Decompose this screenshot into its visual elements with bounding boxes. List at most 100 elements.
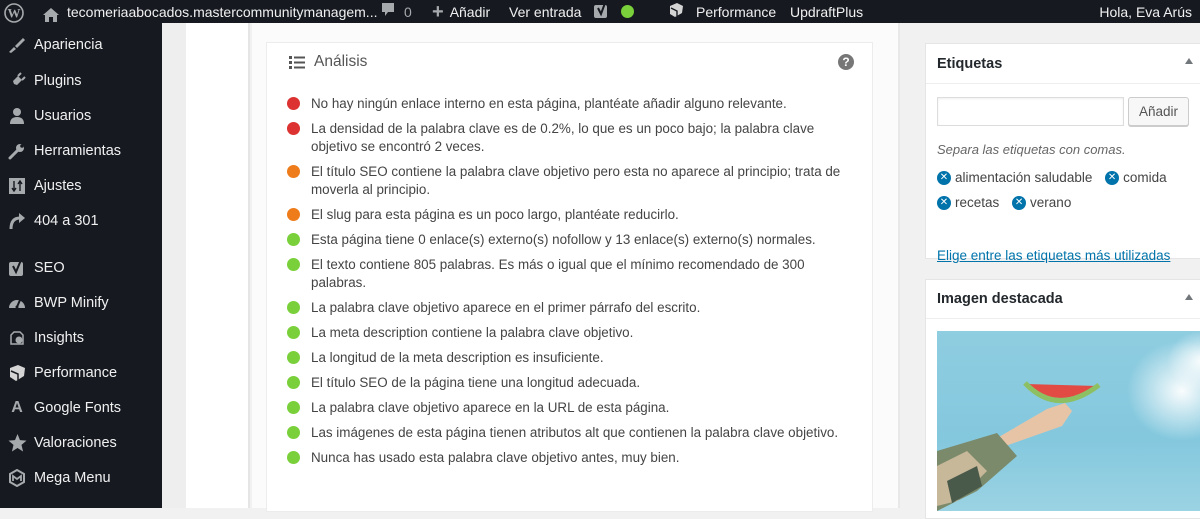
- tags-metabox: Etiquetas Añadir Separa las etiquetas co…: [925, 43, 1200, 263]
- analysis-result-text: El título SEO de la página tiene una lon…: [311, 375, 641, 390]
- add-new-label: Añadir: [449, 3, 491, 20]
- sidebar-label: Performance: [34, 365, 118, 381]
- collapse-arrow-icon[interactable]: [1185, 294, 1193, 300]
- sidebar-item-google-fonts[interactable]: A Google Fonts: [0, 391, 162, 425]
- status-good-bullet-icon: [287, 426, 300, 439]
- tag-item: ✕ comida: [1105, 170, 1167, 185]
- analysis-header[interactable]: Análisis: [289, 53, 367, 71]
- tag-input-row: Añadir: [937, 97, 1189, 126]
- plus-icon: +: [432, 0, 444, 23]
- analysis-result-item: No hay ningún enlace interno en esta pág…: [287, 95, 847, 113]
- sidebar-label: Google Fonts: [34, 400, 122, 416]
- analysis-result-text: El texto contiene 805 palabras. Es más o…: [311, 257, 805, 290]
- status-good-bullet-icon: [287, 233, 300, 246]
- help-icon[interactable]: ?: [838, 54, 854, 70]
- sidebar-item-seo[interactable]: SEO: [0, 251, 162, 285]
- status-good-bullet-icon: [287, 351, 300, 364]
- remove-tag-icon[interactable]: ✕: [937, 195, 951, 210]
- status-ok-bullet-icon: [287, 165, 300, 178]
- collapse-arrow-icon[interactable]: [1185, 58, 1193, 64]
- remove-tag-icon[interactable]: ✕: [1012, 195, 1027, 210]
- most-used-tags-link[interactable]: Elige entre las etiquetas más utilizadas: [937, 248, 1170, 263]
- analysis-result-item: La densidad de la palabra clave es de 0.…: [287, 120, 847, 156]
- content-gutter: [162, 23, 186, 508]
- user-icon: [0, 107, 34, 125]
- remove-tag-icon[interactable]: ✕: [937, 170, 951, 185]
- status-good-bullet-icon: [287, 401, 300, 414]
- admin-sidebar: Apariencia Plugins Usuarios Herramientas…: [0, 23, 162, 508]
- analysis-result-text: La meta description contiene la palabra …: [311, 325, 634, 340]
- admin-bar: W tecomeriaabocados.mastercommunitymanag…: [0, 0, 1200, 23]
- analysis-result-text: El slug para esta página es un poco larg…: [311, 207, 679, 222]
- analysis-title: Análisis: [314, 53, 368, 70]
- sidebar-item-mega-menu[interactable]: Mega Menu: [0, 461, 162, 495]
- site-name-link[interactable]: tecomeriaabocados.mastercommunitymanagem…: [67, 0, 377, 23]
- analysis-result-text: La densidad de la palabra clave es de 0.…: [311, 121, 815, 154]
- tags-header[interactable]: Etiquetas: [926, 44, 1200, 84]
- view-post-link[interactable]: Ver entrada: [509, 0, 581, 23]
- sidebar-item-usuarios[interactable]: Usuarios: [0, 99, 162, 133]
- analysis-panel: Análisis ? No hay ningún enlace interno …: [266, 42, 873, 512]
- sidebar-item-performance[interactable]: Performance: [0, 356, 162, 390]
- wrench-icon: [0, 142, 34, 160]
- settings-icon: [0, 177, 34, 195]
- analysis-result-item: El texto contiene 805 palabras. Es más o…: [287, 256, 847, 292]
- sidebar-item-ajustes[interactable]: Ajustes: [0, 169, 162, 203]
- font-a-icon: A: [11, 399, 23, 416]
- add-new-menu[interactable]: + Añadir: [432, 0, 490, 23]
- tag-item: ✕ verano: [1012, 195, 1071, 210]
- sidebar-item-bwp-minify[interactable]: BWP Minify: [0, 286, 162, 320]
- sidebar-label: Mega Menu: [34, 470, 111, 486]
- star-icon: [0, 434, 34, 452]
- sidebar-item-plugins[interactable]: Plugins: [0, 64, 162, 98]
- sidebar-label: SEO: [34, 260, 65, 276]
- performance-menu[interactable]: Performance: [668, 0, 776, 23]
- svg-text:W: W: [8, 5, 21, 20]
- sidebar-item-herramientas[interactable]: Herramientas: [0, 134, 162, 168]
- analysis-result-item: Nunca has usado esta palabra clave objet…: [287, 449, 847, 467]
- redirect-arrow-icon: [0, 212, 34, 230]
- tag-label: alimentación saludable: [955, 170, 1093, 185]
- featured-image-artwork: [937, 331, 1200, 511]
- analysis-result-text: No hay ningún enlace interno en esta pág…: [311, 96, 787, 111]
- status-bad-bullet-icon: [287, 97, 300, 110]
- updraftplus-menu[interactable]: UpdraftPlus: [790, 0, 863, 23]
- tag-item: ✕ alimentación saludable: [937, 170, 1092, 185]
- tag-label: recetas: [955, 195, 1000, 210]
- sidebar-label: Usuarios: [34, 108, 92, 124]
- analysis-result-item: La palabra clave objetivo aparece en el …: [287, 299, 847, 317]
- featured-image-header[interactable]: Imagen destacada: [926, 280, 1200, 319]
- status-ok-bullet-icon: [287, 208, 300, 221]
- paintbrush-icon: [0, 36, 34, 54]
- featured-image-title: Imagen destacada: [937, 291, 1063, 307]
- sidebar-gutter: [900, 23, 925, 508]
- tags-title: Etiquetas: [937, 55, 1003, 72]
- new-tag-input[interactable]: [937, 97, 1124, 126]
- featured-image[interactable]: [937, 331, 1200, 511]
- sidebar-item-apariencia[interactable]: Apariencia: [0, 28, 162, 62]
- sidebar-item-insights[interactable]: Insights: [0, 321, 162, 355]
- performance-icon: [668, 2, 684, 21]
- status-good-bullet-icon: [287, 301, 300, 314]
- user-greeting[interactable]: Hola, Eva Arús: [1099, 0, 1192, 23]
- seo-status-dot: [621, 5, 634, 18]
- yoast-icon: [0, 259, 34, 277]
- sidebar-item-404-a-301[interactable]: 404 a 301: [0, 204, 162, 238]
- analysis-result-text: La palabra clave objetivo aparece en el …: [311, 300, 701, 315]
- comments-link[interactable]: 0: [380, 0, 412, 23]
- wordpress-logo-icon[interactable]: W: [4, 1, 26, 24]
- analysis-result-text: El título SEO contiene la palabra clave …: [311, 164, 841, 197]
- sidebar-label: Insights: [34, 330, 84, 346]
- tag-label: verano: [1030, 195, 1072, 210]
- analysis-result-item: El slug para esta página es un poco larg…: [287, 206, 847, 224]
- add-tag-button[interactable]: Añadir: [1128, 97, 1189, 126]
- yoast-seo-menu[interactable]: [593, 0, 634, 23]
- sidebar-label: Plugins: [34, 73, 82, 89]
- analysis-result-item: Esta página tiene 0 enlace(s) externo(s)…: [287, 231, 847, 249]
- remove-tag-icon[interactable]: ✕: [1105, 170, 1120, 185]
- analysis-result-item: La meta description contiene la palabra …: [287, 324, 847, 342]
- analysis-result-item: Las imágenes de esta página tienen atrib…: [287, 424, 847, 442]
- analysis-result-text: Esta página tiene 0 enlace(s) externo(s)…: [311, 232, 816, 247]
- sidebar-item-valoraciones[interactable]: Valoraciones: [0, 426, 162, 460]
- featured-image-metabox: Imagen destacada: [925, 279, 1200, 519]
